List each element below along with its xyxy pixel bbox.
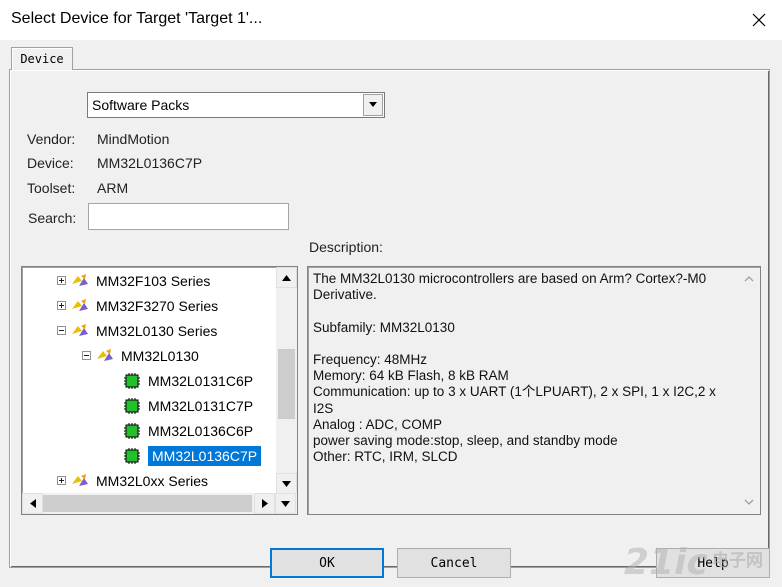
collapse-icon[interactable] bbox=[57, 326, 66, 335]
tree-item-label: MM32L0xx Series bbox=[96, 472, 209, 489]
close-button[interactable] bbox=[736, 0, 782, 40]
family-icon bbox=[72, 298, 88, 311]
tree-item-mm32l0xx-series[interactable]: MM32L0xx Series bbox=[57, 468, 208, 493]
tab-device[interactable]: Device bbox=[11, 47, 73, 70]
description-line: Frequency: 48MHz bbox=[313, 351, 428, 367]
watermark-subtext: 电子网 bbox=[712, 551, 763, 571]
close-icon bbox=[752, 13, 766, 27]
expand-icon[interactable] bbox=[57, 301, 66, 310]
description-line: Analog : ADC, COMP bbox=[313, 416, 443, 432]
tree-item-label: MM32F103 Series bbox=[96, 272, 211, 289]
tree-item-label-selected: MM32L0136C7P bbox=[148, 445, 262, 466]
arrow-left-icon bbox=[29, 499, 36, 508]
description-line bbox=[313, 336, 756, 352]
chevron-down-icon bbox=[369, 102, 377, 107]
watermark: 21ic 电子网 bbox=[620, 540, 782, 587]
description-box[interactable]: The MM32L0130 microcontrollers are based… bbox=[307, 266, 761, 515]
scroll-thumb[interactable] bbox=[278, 349, 295, 419]
tree-item-mm32l0136c7p[interactable]: MM32L0136C7P bbox=[122, 443, 262, 468]
tree-item-label: MM32L0130 bbox=[121, 347, 199, 364]
window-title: Select Device for Target 'Target 1'... bbox=[11, 10, 263, 27]
search-label: Search: bbox=[28, 210, 77, 226]
description-label: Description: bbox=[309, 239, 383, 255]
tree-item-mm32f3270-series[interactable]: MM32F3270 Series bbox=[57, 293, 218, 318]
arrow-down-icon[interactable] bbox=[744, 499, 754, 505]
tree-item-mm32l0131c6p[interactable]: MM32L0131C6P bbox=[122, 368, 253, 393]
chip-icon bbox=[124, 397, 140, 414]
device-tree[interactable]: MM32F103 Series MM32F3270 Series MM32L01… bbox=[21, 266, 298, 515]
toolset-value: ARM bbox=[97, 180, 129, 196]
tree-horizontal-scrollbar[interactable] bbox=[22, 493, 297, 514]
tree-item-mm32f103-series[interactable]: MM32F103 Series bbox=[57, 268, 210, 293]
expand-icon[interactable] bbox=[57, 476, 66, 485]
tree-item-mm32l0131c7p[interactable]: MM32L0131C7P bbox=[122, 393, 253, 418]
scroll-up-button[interactable] bbox=[276, 267, 297, 288]
scroll-right-button[interactable] bbox=[254, 493, 275, 514]
source-select-value: Software Packs bbox=[92, 97, 190, 113]
toolset-label: Toolset: bbox=[27, 180, 76, 196]
chip-icon bbox=[124, 422, 140, 439]
title-bar: Select Device for Target 'Target 1'... bbox=[0, 0, 782, 40]
ok-button[interactable]: OK bbox=[270, 548, 384, 578]
tree-item-mm32l0130[interactable]: MM32L0130 bbox=[82, 343, 199, 368]
description-line: Subfamily: MM32L0130 bbox=[313, 319, 455, 335]
chip-icon bbox=[124, 447, 140, 464]
subfamily-icon bbox=[97, 348, 113, 361]
description-line bbox=[313, 303, 756, 319]
description-line: Communication: up to 3 x UART (1个LPUART)… bbox=[313, 384, 716, 400]
watermark-logo: 21ic bbox=[624, 542, 708, 583]
dropdown-button[interactable] bbox=[363, 94, 383, 116]
chip-icon bbox=[124, 372, 140, 389]
arrow-right-icon bbox=[261, 499, 268, 508]
vendor-value: MindMotion bbox=[97, 131, 170, 147]
description-line: Memory: 64 kB Flash, 8 kB RAM bbox=[313, 368, 509, 384]
tree-item-label: MM32F3270 Series bbox=[96, 297, 219, 314]
vendor-label: Vendor: bbox=[27, 131, 76, 147]
description-line: Other: RTC, IRM, SLCD bbox=[313, 449, 458, 465]
description-scrollbar[interactable] bbox=[739, 268, 759, 513]
scroll-down-button[interactable] bbox=[276, 473, 297, 494]
arrow-up-icon[interactable] bbox=[744, 276, 754, 282]
description-line: Derivative. bbox=[313, 287, 377, 303]
arrow-up-icon bbox=[282, 274, 291, 281]
family-icon bbox=[72, 473, 88, 486]
collapse-icon[interactable] bbox=[82, 351, 91, 360]
tree-item-mm32l0130-series[interactable]: MM32L0130 Series bbox=[57, 318, 217, 343]
description-line: power saving mode:stop, sleep, and stand… bbox=[313, 432, 618, 448]
family-icon bbox=[72, 323, 88, 336]
tree-item-label: MM32L0131C7P bbox=[148, 397, 254, 414]
family-icon bbox=[72, 273, 88, 286]
expand-icon[interactable] bbox=[57, 276, 66, 285]
tree-item-label: MM32L0136C6P bbox=[148, 422, 254, 439]
arrow-down-icon bbox=[281, 500, 290, 507]
tree-item-mm32l0136c6p[interactable]: MM32L0136C6P bbox=[122, 418, 253, 443]
tree-item-label: MM32L0131C6P bbox=[148, 372, 254, 389]
device-value: MM32L0136C7P bbox=[97, 155, 203, 171]
scroll-down-button[interactable] bbox=[275, 493, 296, 514]
description-line: The MM32L0130 microcontrollers are based… bbox=[313, 271, 707, 286]
tree-vertical-scrollbar[interactable] bbox=[276, 267, 297, 494]
description-line: I2S bbox=[313, 400, 334, 416]
scroll-thumb[interactable] bbox=[43, 495, 252, 512]
search-input[interactable] bbox=[88, 203, 289, 230]
device-label: Device: bbox=[27, 155, 74, 171]
cancel-button[interactable]: Cancel bbox=[397, 548, 511, 578]
source-select[interactable]: Software Packs bbox=[87, 92, 385, 118]
tree-item-label: MM32L0130 Series bbox=[96, 322, 218, 339]
scroll-left-button[interactable] bbox=[22, 493, 43, 514]
arrow-down-icon bbox=[282, 480, 291, 487]
